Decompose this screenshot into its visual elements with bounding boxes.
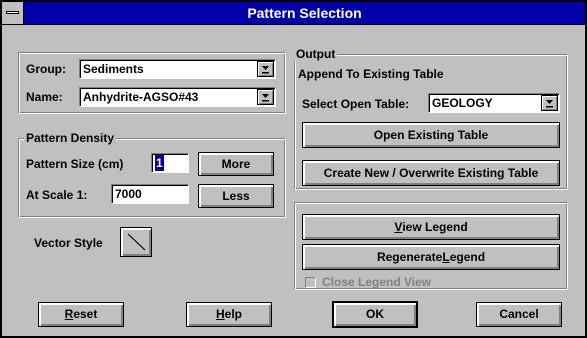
select-table-label: Select Open Table: [302, 97, 410, 111]
arrow-down-icon [546, 100, 553, 108]
scale-value: 7000 [115, 187, 142, 201]
close-legend-view-checkbox[interactable] [305, 277, 316, 288]
system-menu-button[interactable] [2, 2, 24, 24]
ok-button[interactable]: OK [332, 301, 418, 328]
reset-button-label: Reset [64, 307, 98, 321]
reset-button[interactable]: Reset [38, 302, 124, 327]
create-new-table-button[interactable]: Create New / Overwrite Existing Table [302, 160, 560, 186]
regenerate-legend-button[interactable]: Regenerate Legend [302, 244, 560, 270]
help-button-label: Help [215, 307, 242, 321]
scale-input[interactable]: 7000 [111, 184, 189, 204]
group-select-value: Sediments [83, 62, 144, 76]
group-select[interactable]: Sediments [79, 59, 276, 79]
name-select[interactable]: Anhydrite-AGSO#43 [79, 87, 276, 107]
title-bar[interactable]: Pattern Selection [2, 2, 585, 25]
select-table-value: GEOLOGY [432, 96, 493, 110]
at-scale-label: At Scale 1: [26, 188, 88, 202]
open-existing-table-label: Open Existing Table [373, 128, 489, 142]
more-button[interactable]: More [198, 152, 274, 176]
less-button[interactable]: Less [198, 184, 274, 208]
name-label: Name: [26, 90, 63, 104]
output-legend: Output [294, 47, 338, 61]
name-select-value: Anhydrite-AGSO#43 [83, 90, 199, 104]
view-legend-button[interactable]: View Legend [302, 214, 560, 240]
pattern-size-label: Pattern Size (cm) [26, 157, 124, 171]
cancel-button-label: Cancel [499, 307, 539, 321]
more-button-label: More [221, 157, 251, 171]
arrow-down-icon [262, 66, 269, 74]
arrow-down-icon [262, 94, 269, 102]
close-legend-view-label: Close Legend View [322, 275, 432, 289]
select-table-dropdown-arrow[interactable] [541, 95, 558, 111]
pattern-selection-dialog: Pattern Selection Group: Sediments Name:… [0, 0, 587, 338]
name-dropdown-arrow[interactable] [257, 89, 274, 105]
ok-button-label: OK [366, 307, 384, 321]
open-existing-table-button[interactable]: Open Existing Table [302, 122, 560, 148]
view-legend-label: View Legend [394, 220, 468, 234]
vector-style-button[interactable] [120, 227, 152, 257]
group-label: Group: [26, 62, 66, 76]
regenerate-legend-label: Regenerate Legend [376, 250, 486, 264]
pattern-size-input[interactable]: 1 [151, 153, 189, 173]
append-table-legend: Append To Existing Table [296, 67, 446, 81]
system-menu-icon [6, 11, 19, 14]
pattern-size-value: 1 [155, 155, 164, 171]
diagonal-line-icon [127, 233, 146, 251]
pattern-density-legend: Pattern Density [24, 131, 117, 145]
window-title: Pattern Selection [247, 5, 362, 21]
help-button[interactable]: Help [186, 302, 272, 327]
group-dropdown-arrow[interactable] [257, 61, 274, 77]
cancel-button[interactable]: Cancel [476, 302, 562, 327]
less-button-label: Less [222, 189, 250, 203]
select-table-dropdown[interactable]: GEOLOGY [428, 93, 560, 113]
vector-style-label: Vector Style [34, 236, 103, 250]
create-new-table-label: Create New / Overwrite Existing Table [323, 166, 539, 180]
